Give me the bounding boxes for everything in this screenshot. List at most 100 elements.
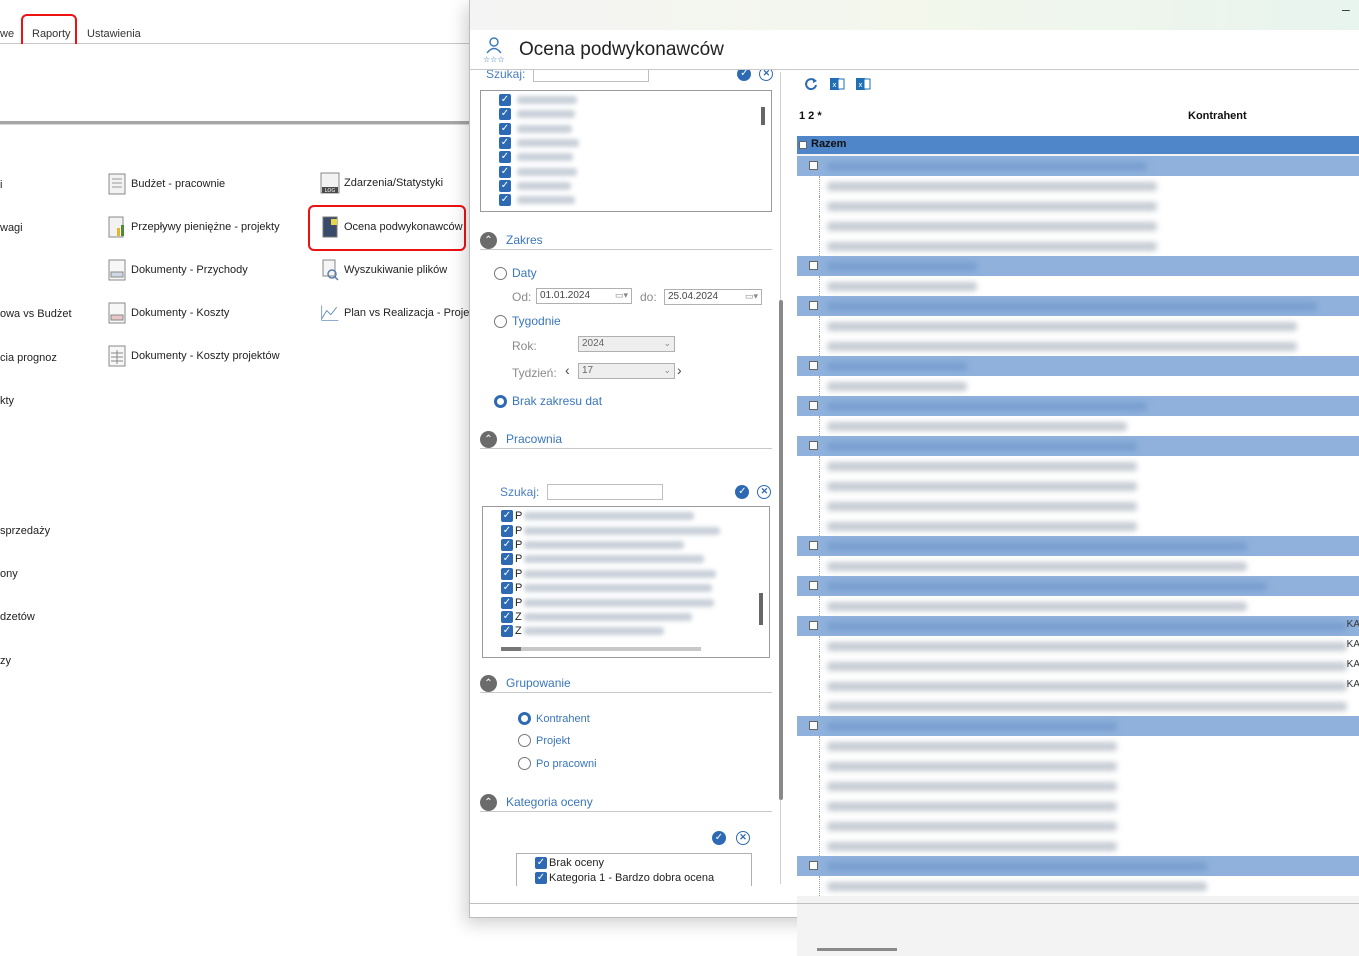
list-item[interactable]: ✓ P — [501, 595, 720, 609]
list-item[interactable]: ✓ P — [501, 567, 720, 581]
select-all-icon[interactable]: ✓ — [737, 70, 752, 81]
radio-tygodnie[interactable]: Tygodnie — [494, 314, 561, 328]
report-budzet-pracownie[interactable]: Budżet - pracownie — [107, 173, 225, 195]
collapse-icon[interactable] — [809, 441, 818, 450]
collapse-icon[interactable] — [809, 581, 818, 590]
grid-row[interactable] — [797, 796, 1359, 816]
radio-projekt[interactable]: Projekt — [518, 734, 570, 747]
radio-daty[interactable]: Daty — [494, 266, 537, 280]
grid-row[interactable] — [797, 216, 1359, 236]
excel-export-icon[interactable]: x — [829, 76, 845, 92]
clear-selection-icon[interactable]: ✕ — [736, 831, 750, 845]
list-item[interactable]: ✓ — [499, 164, 579, 178]
date-to-input[interactable]: 25.04.2024 ▭▾ — [664, 289, 762, 305]
radio-po-pracowni[interactable]: Po pracowni — [518, 757, 597, 770]
list-item[interactable]: ✓ P — [501, 581, 720, 595]
grid-total-row[interactable]: Razem — [797, 136, 1359, 154]
list-scrollbar-thumb[interactable] — [761, 107, 765, 125]
list-item[interactable]: ✓ Kategoria 1 - Bardzo dobra ocena — [535, 871, 714, 886]
grid-row[interactable] — [797, 336, 1359, 356]
checkbox-checked[interactable]: ✓ — [499, 194, 511, 207]
select-all-icon[interactable]: ✓ — [735, 485, 750, 499]
checkbox-checked[interactable]: ✓ — [501, 524, 513, 537]
clear-selection-icon[interactable]: ✕ — [759, 70, 774, 81]
collapse-pracownia-icon[interactable]: ⌃ — [480, 431, 497, 448]
grid-group-row[interactable] — [797, 436, 1359, 456]
checkbox-checked[interactable]: ✓ — [501, 582, 513, 595]
grid-row[interactable] — [797, 516, 1359, 536]
grid-row[interactable] — [797, 376, 1359, 396]
checkbox-checked[interactable]: ✓ — [499, 179, 511, 192]
grid-row[interactable] — [797, 596, 1359, 616]
grid-group-row[interactable] — [797, 396, 1359, 416]
radio-button-selected[interactable] — [494, 394, 507, 408]
list-item[interactable]: ✓ Z — [501, 624, 720, 638]
section-pracownia[interactable]: ⌃ Pracownia — [480, 431, 772, 449]
next-week-icon[interactable]: › — [677, 362, 682, 378]
report-dokumenty-przychody[interactable]: Dokumenty - Przychody — [107, 259, 248, 281]
list-item[interactable]: ✓ — [499, 193, 579, 207]
grid-row[interactable] — [797, 496, 1359, 516]
grid-row[interactable] — [797, 876, 1359, 896]
grid-row[interactable] — [797, 416, 1359, 436]
radio-button[interactable] — [494, 266, 507, 280]
radio-button-selected[interactable] — [518, 712, 531, 725]
pracownia-search-input[interactable] — [547, 484, 664, 500]
collapse-grupowanie-icon[interactable]: ⌃ — [480, 675, 497, 692]
report-dokumenty-koszty[interactable]: Dokumenty - Koszty — [107, 302, 229, 324]
grid-row[interactable] — [797, 196, 1359, 216]
checkbox-checked[interactable]: ✓ — [501, 510, 513, 523]
checkbox-checked[interactable]: ✓ — [499, 165, 511, 178]
report-item-truncated[interactable]: wagi — [0, 222, 23, 234]
tab-truncated[interactable]: we — [0, 28, 14, 40]
report-item-truncated[interactable]: zy — [0, 655, 11, 667]
calendar-dropdown-icon[interactable]: ▭▾ — [745, 291, 758, 302]
list-item[interactable]: ✓ — [499, 122, 579, 136]
checkbox-checked[interactable]: ✓ — [501, 610, 513, 623]
grid-row[interactable] — [797, 236, 1359, 256]
excel-export-detailed-icon[interactable]: x — [855, 76, 871, 92]
minimize-button[interactable]: – — [1342, 2, 1356, 18]
collapse-icon[interactable] — [809, 541, 818, 550]
collapse-icon[interactable] — [809, 401, 818, 410]
collapse-kategoria-icon[interactable]: ⌃ — [480, 794, 497, 811]
checkbox-checked[interactable]: ✓ — [501, 538, 513, 551]
grid-row[interactable] — [797, 696, 1359, 716]
grid-row[interactable] — [797, 316, 1359, 336]
grid-group-row[interactable] — [797, 856, 1359, 876]
select-all-icon[interactable]: ✓ — [712, 831, 726, 845]
list-item[interactable]: ✓ — [499, 136, 579, 150]
collapse-icon[interactable] — [809, 301, 818, 310]
collapse-zakres-icon[interactable]: ⌃ — [480, 232, 497, 249]
checkbox-checked[interactable]: ✓ — [501, 567, 513, 580]
grid-row[interactable] — [797, 676, 1359, 696]
radio-brak-zakresu[interactable]: Brak zakresu dat — [494, 394, 602, 408]
grid-row[interactable] — [797, 556, 1359, 576]
report-plan-vs-realizacja[interactable]: Plan vs Realizacja - Projek — [320, 302, 475, 324]
checkbox-checked[interactable]: ✓ — [499, 151, 511, 164]
report-item-truncated[interactable]: dzetów — [0, 611, 35, 623]
list-item[interactable]: ✓ — [499, 107, 579, 121]
list-item[interactable]: ✓ Z — [501, 610, 720, 624]
report-item-truncated[interactable]: i — [0, 179, 2, 191]
checkbox-checked[interactable]: ✓ — [499, 137, 511, 150]
checkbox-checked[interactable]: ✓ — [499, 108, 511, 121]
grid-row[interactable] — [797, 756, 1359, 776]
report-item-truncated[interactable]: kty — [0, 395, 14, 407]
radio-kontrahent[interactable]: Kontrahent — [518, 712, 590, 725]
section-zakres[interactable]: ⌃ Zakres — [480, 232, 772, 250]
grid-hscroll-thumb[interactable] — [817, 948, 897, 951]
grid-group-row[interactable] — [797, 536, 1359, 556]
date-from-input[interactable]: 01.01.2024 ▭▾ — [536, 288, 632, 304]
week-select[interactable]: 17 ⌄ — [578, 363, 675, 379]
list-hscroll[interactable] — [501, 647, 701, 651]
prev-week-icon[interactable]: ‹ — [565, 362, 570, 378]
column-header-kontrahent[interactable]: Kontrahent — [1188, 110, 1247, 122]
grid-row[interactable] — [797, 736, 1359, 756]
list-item[interactable]: ✓ P — [501, 538, 720, 552]
list-scrollbar-thumb[interactable] — [759, 593, 763, 625]
report-wyszukiwanie-plikow[interactable]: Wyszukiwanie plików — [320, 259, 447, 281]
filter-panel-scrollbar-thumb[interactable] — [779, 300, 783, 800]
grid-group-row[interactable] — [797, 716, 1359, 736]
report-item-truncated[interactable]: sprzedaży — [0, 525, 50, 537]
